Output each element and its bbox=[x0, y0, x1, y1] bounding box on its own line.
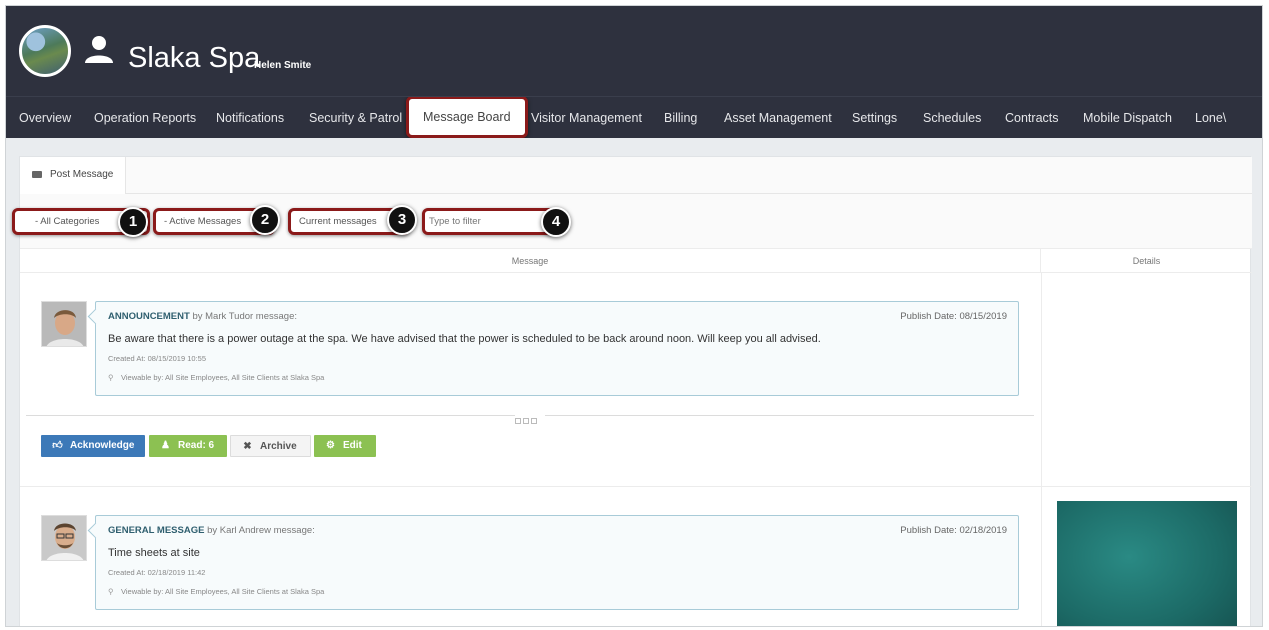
category-filter-value: - All Categories bbox=[35, 216, 100, 227]
nav-asset-management[interactable]: Asset Management bbox=[724, 97, 832, 138]
tab-post-message[interactable]: Post Message bbox=[20, 157, 127, 194]
nav-settings[interactable]: Settings bbox=[852, 97, 897, 138]
message-row: ANNOUNCEMENT by Mark Tudor message: Publ… bbox=[20, 273, 1252, 487]
nav-visitor-management[interactable]: Visitor Management bbox=[531, 97, 642, 138]
callout-badge-1: 1 bbox=[118, 207, 148, 237]
expand-handle-icon[interactable] bbox=[515, 411, 545, 424]
nav-contracts[interactable]: Contracts bbox=[1005, 97, 1059, 138]
created-at: Created At: 02/18/2019 11:42 bbox=[108, 568, 206, 577]
publish-date: Publish Date: 08/15/2019 bbox=[900, 311, 1007, 322]
read-count-label: Read: 6 bbox=[178, 440, 215, 451]
viewable-by-text: Viewable by: All Site Employees, All Sit… bbox=[121, 587, 325, 596]
table-header: Message Details bbox=[20, 249, 1252, 273]
message-row: GENERAL MESSAGE by Karl Andrew message: … bbox=[20, 487, 1252, 626]
close-icon: ✖ bbox=[243, 441, 252, 452]
message-category: ANNOUNCEMENT bbox=[108, 311, 190, 322]
app-window: Slaka Spa Helen Smite Overview Operation… bbox=[5, 5, 1263, 627]
nav-mobile-dispatch[interactable]: Mobile Dispatch bbox=[1083, 97, 1172, 138]
status-filter-value: - Active Messages bbox=[164, 216, 242, 227]
search-filter[interactable] bbox=[422, 208, 557, 235]
message-category: GENERAL MESSAGE bbox=[108, 525, 205, 536]
archive-button[interactable]: ✖ Archive bbox=[230, 435, 311, 457]
message-board-panel: Post Message - All Categories 1 - Active… bbox=[12, 156, 1252, 626]
acknowledge-button[interactable]: 👍︎ Acknowledge bbox=[41, 435, 145, 457]
message-header: GENERAL MESSAGE by Karl Andrew message: bbox=[108, 525, 315, 536]
viewable-by: ⚲ Viewable by: All Site Employees, All Si… bbox=[108, 373, 324, 382]
search-input[interactable] bbox=[429, 216, 539, 227]
gear-icon: ⚙ bbox=[326, 440, 335, 451]
viewable-by: ⚲ Viewable by: All Site Employees, All Si… bbox=[108, 587, 324, 596]
person-icon[interactable] bbox=[84, 34, 114, 64]
message-author: by Karl Andrew message: bbox=[207, 525, 315, 536]
nav-schedules[interactable]: Schedules bbox=[923, 97, 981, 138]
message-bubble: ANNOUNCEMENT by Mark Tudor message: Publ… bbox=[95, 301, 1019, 396]
archive-label: Archive bbox=[260, 441, 297, 452]
site-header: Slaka Spa Helen Smite bbox=[6, 6, 1262, 96]
person-icon: ♟︎ bbox=[161, 440, 170, 451]
site-title: Slaka Spa bbox=[128, 42, 261, 74]
nav-operation-reports[interactable]: Operation Reports bbox=[94, 97, 196, 138]
edit-button[interactable]: ⚙ Edit bbox=[314, 435, 376, 457]
nav-notifications[interactable]: Notifications bbox=[216, 97, 284, 138]
column-details: Details bbox=[1132, 256, 1161, 266]
nav-overview[interactable]: Overview bbox=[19, 97, 71, 138]
avatar bbox=[41, 301, 87, 347]
site-logo[interactable] bbox=[19, 25, 71, 77]
message-header: ANNOUNCEMENT by Mark Tudor message: bbox=[108, 311, 297, 322]
key-icon: ⚲ bbox=[108, 587, 114, 596]
attachment-thumbnail[interactable] bbox=[1057, 501, 1237, 626]
message-bubble: GENERAL MESSAGE by Karl Andrew message: … bbox=[95, 515, 1019, 610]
nav-billing[interactable]: Billing bbox=[664, 97, 697, 138]
nav-message-board[interactable]: Message Board bbox=[406, 97, 528, 138]
filter-bar: - All Categories 1 - Active Messages 2 C… bbox=[12, 194, 1252, 249]
period-filter-value: Current messages bbox=[299, 216, 377, 227]
thumbs-up-icon: 👍︎ bbox=[52, 440, 63, 451]
panel-tabbar: Post Message bbox=[20, 157, 1252, 194]
main-nav: Overview Operation Reports Notifications… bbox=[6, 96, 1262, 138]
message-body: Be aware that there is a power outage at… bbox=[108, 333, 821, 345]
details-cell bbox=[1041, 273, 1252, 486]
message-author: by Mark Tudor message: bbox=[192, 311, 297, 322]
user-name: Helen Smite bbox=[254, 60, 312, 71]
created-at: Created At: 08/15/2019 10:55 bbox=[108, 354, 206, 363]
callout-badge-2: 2 bbox=[250, 205, 280, 235]
nav-security-patrol[interactable]: Security & Patrol bbox=[309, 97, 402, 138]
avatar bbox=[41, 515, 87, 561]
message-body: Time sheets at site bbox=[108, 547, 200, 559]
key-icon: ⚲ bbox=[108, 373, 114, 382]
viewable-by-text: Viewable by: All Site Employees, All Sit… bbox=[121, 373, 325, 382]
envelope-icon bbox=[32, 170, 42, 178]
details-cell bbox=[1041, 487, 1252, 626]
callout-badge-3: 3 bbox=[387, 205, 417, 235]
action-bar: 👍︎ Acknowledge ♟︎ Read: 6 ✖ Archive ⚙ Edit bbox=[41, 435, 441, 457]
column-message: Message bbox=[20, 249, 1041, 273]
nav-lone-worker[interactable]: Lone\ bbox=[1195, 97, 1226, 138]
callout-badge-4: 4 bbox=[541, 207, 571, 237]
edit-label: Edit bbox=[343, 440, 362, 451]
read-count-button[interactable]: ♟︎ Read: 6 bbox=[149, 435, 227, 457]
acknowledge-label: Acknowledge bbox=[70, 440, 135, 451]
publish-date: Publish Date: 02/18/2019 bbox=[900, 525, 1007, 536]
tab-post-message-label: Post Message bbox=[50, 169, 114, 180]
